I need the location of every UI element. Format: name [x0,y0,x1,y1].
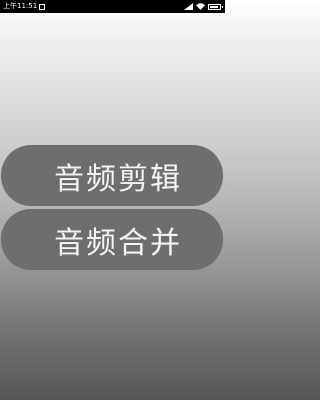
status-bar: 上午11:51 [0,0,225,13]
battery-icon [208,3,223,10]
battery-level-fill [210,5,218,8]
audio-merge-button[interactable]: 音频合并 [1,209,223,270]
status-right [184,3,223,10]
status-left: 上午11:51 [3,0,46,13]
signal-icon [184,3,193,10]
wifi-icon [196,3,205,10]
audio-trim-button[interactable]: 音频剪辑 [1,145,223,206]
status-time: 上午11:51 [3,2,38,10]
notification-icon [39,3,46,10]
